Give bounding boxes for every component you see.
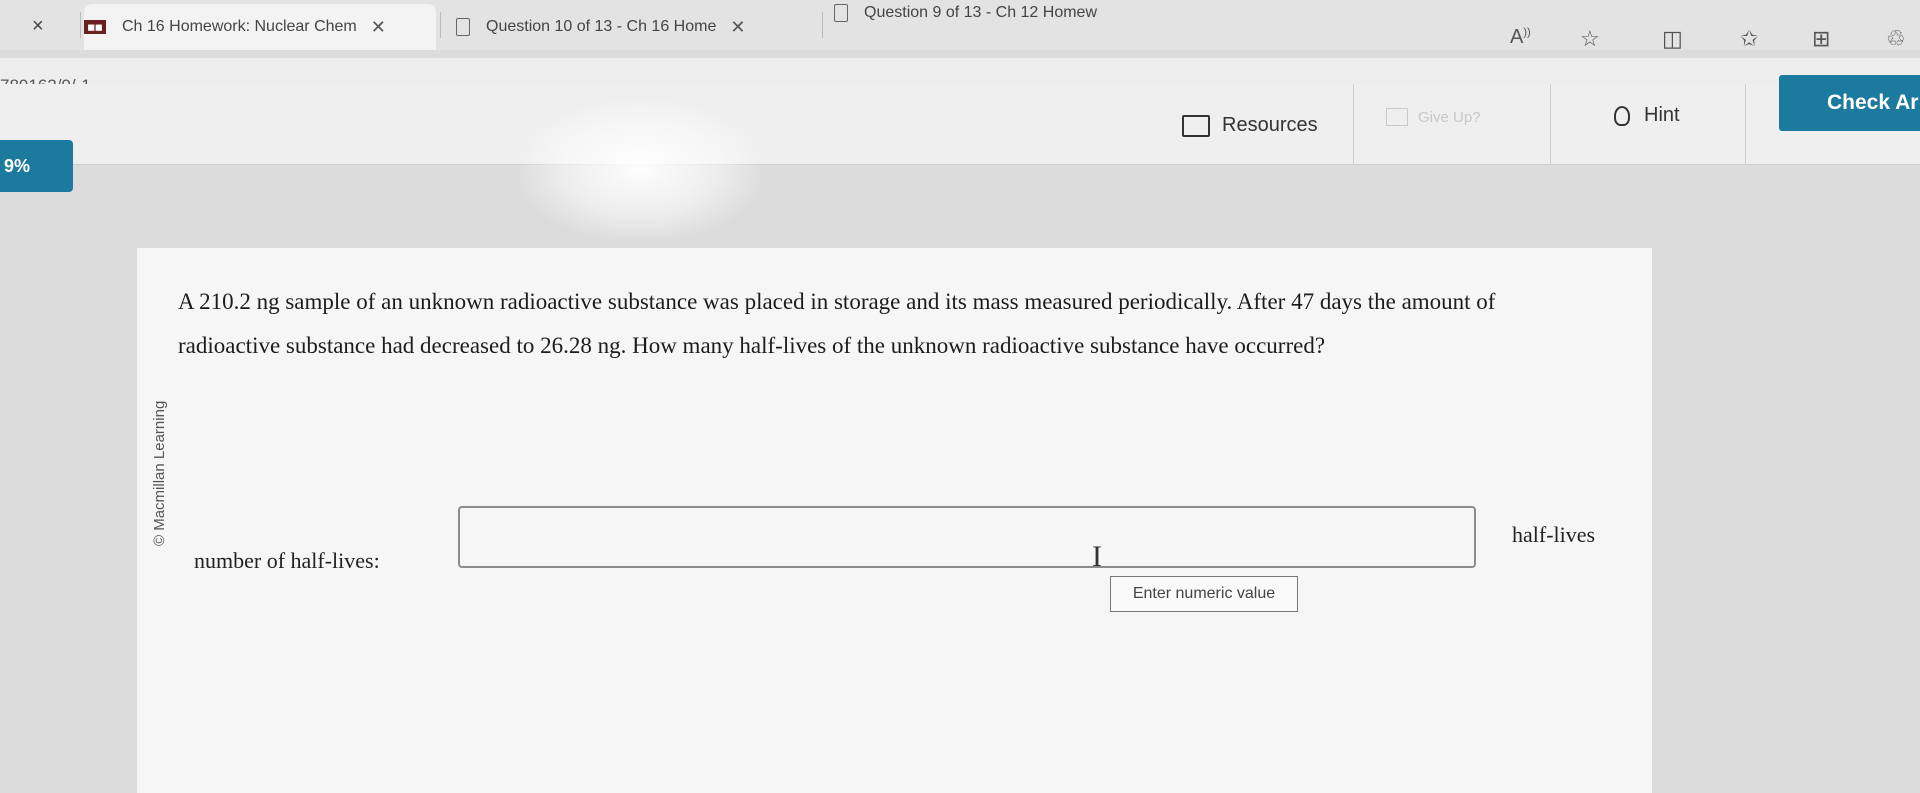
give-up-label: Give Up? (1418, 108, 1481, 126)
tab-title: Question 10 of 13 - Ch 16 Home (486, 18, 717, 35)
publisher-credit-text: © Macmillan Learning (151, 400, 168, 546)
toolbar-divider (1353, 84, 1354, 164)
publisher-credit: © Macmillan Learning (147, 320, 177, 550)
close-tab-icon[interactable]: ✕ (730, 17, 745, 38)
check-answer-label: Check Ar (1827, 91, 1919, 114)
tab-title: Question 9 of 13 - Ch 12 Homew (864, 4, 1098, 21)
page-icon (834, 4, 848, 22)
toolbar-divider (1745, 84, 1746, 164)
lightbulb-icon (1614, 105, 1630, 126)
tooltip-text: Enter numeric value (1132, 585, 1276, 602)
tab-title: Ch 16 Homework: Nuclear Chem (122, 18, 357, 35)
hint-button[interactable]: Hint (1614, 104, 1680, 127)
unit-label: half-lives (1512, 522, 1596, 547)
favorite-star-icon[interactable]: ☆ (1580, 26, 1600, 52)
page-icon (456, 18, 470, 36)
resources-button[interactable]: Resources (1182, 114, 1318, 137)
progress-label: 9% (4, 155, 31, 176)
extensions-icon[interactable]: ♲ (1886, 26, 1906, 52)
check-answer-button[interactable]: Check Ar (1779, 75, 1920, 131)
close-tab-icon[interactable]: × (32, 15, 44, 38)
hint-label: Hint (1644, 104, 1680, 126)
give-up-button[interactable]: Give Up? (1386, 108, 1481, 126)
question-text: A 210.2 ng sample of an unknown radioact… (178, 289, 1496, 358)
close-tab-icon[interactable]: ✕ (371, 17, 386, 38)
favorites-list-icon[interactable]: ✩ (1740, 26, 1758, 52)
tab-question-10[interactable]: Question 10 of 13 - Ch 16 Home ✕ (456, 4, 816, 50)
tab-separator (440, 12, 441, 38)
collections-icon[interactable]: ⊞ (1812, 26, 1830, 52)
tab-separator (822, 12, 823, 38)
give-up-icon (1386, 108, 1408, 126)
resources-label: Resources (1222, 114, 1318, 136)
saplinglearning-icon: ◼◼ (84, 20, 106, 34)
progress-badge: 9% (0, 140, 73, 192)
number-of-half-lives-input[interactable] (458, 506, 1476, 568)
answer-label: number of half-lives: (194, 548, 380, 573)
tab-separator (80, 12, 81, 38)
split-screen-icon[interactable]: ◫ (1662, 26, 1683, 52)
tab-homework-nuclear-chem[interactable]: ◼◼ Ch 16 Homework: Nuclear Chem ✕ (84, 4, 436, 50)
input-tooltip: Enter numeric value (1110, 576, 1298, 612)
text-cursor-icon: I (1092, 540, 1102, 573)
resources-icon (1182, 114, 1210, 137)
toolbar-divider (1550, 84, 1551, 164)
read-aloud-icon[interactable]: A)) (1510, 26, 1531, 49)
tab-question-9[interactable]: Question 9 of 13 - Ch 12 Homew (834, 0, 1194, 36)
